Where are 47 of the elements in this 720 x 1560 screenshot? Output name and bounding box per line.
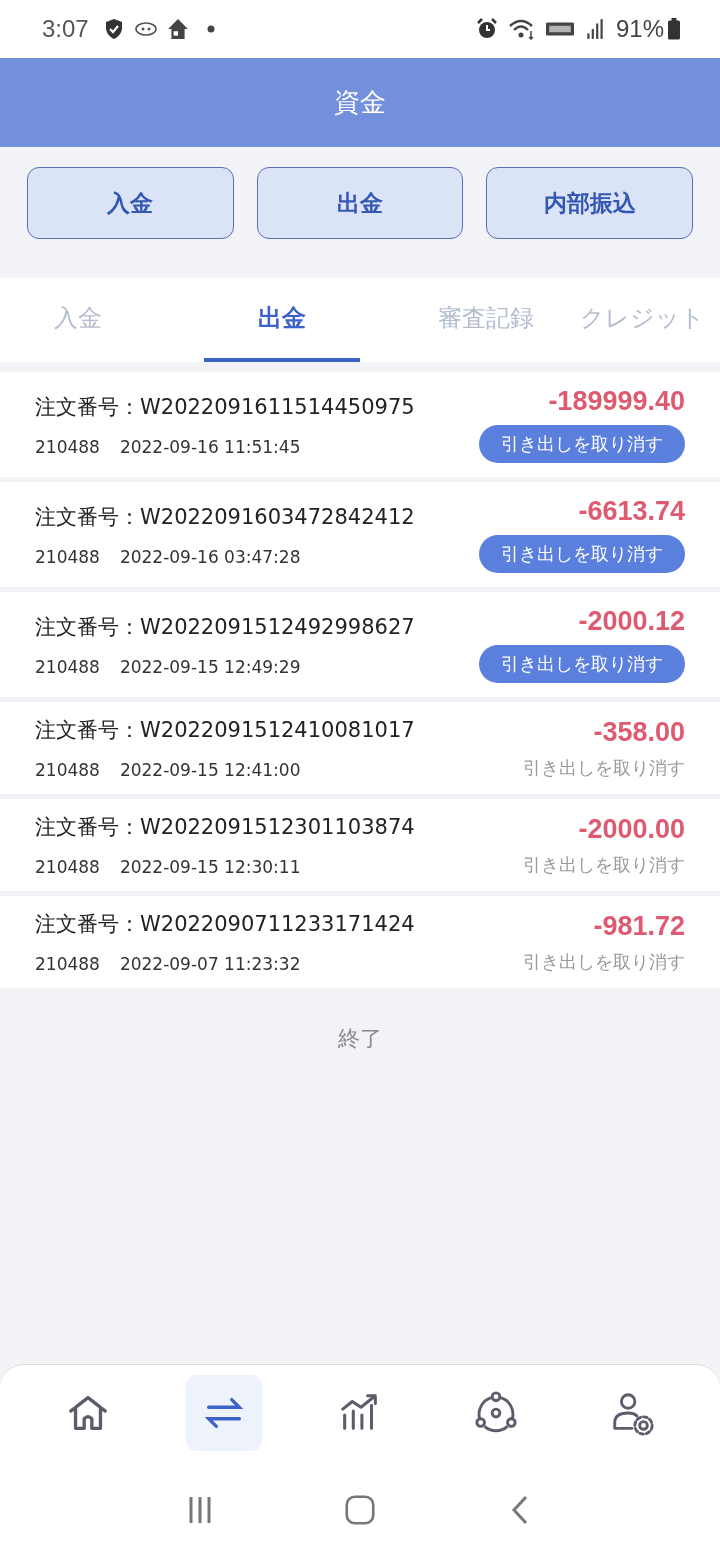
order-amount: -189999.40 [548, 386, 685, 417]
cancel-withdrawal-text: 引き出しを取り消す [523, 755, 685, 780]
page-title: 資金 [334, 86, 386, 119]
order-time: 2022-09-07 11:23:32 [119, 954, 301, 974]
order-time: 2022-09-15 12:41:00 [119, 760, 301, 780]
alarm-icon [475, 18, 498, 40]
order-number: 注文番号：W2022091512301103874 [35, 814, 415, 841]
order-amount: -358.00 [593, 716, 685, 748]
home-button-icon[interactable] [345, 1495, 375, 1525]
order-amount: -981.72 [593, 910, 685, 942]
notification-dot-icon [206, 25, 215, 33]
user-id: 210488 [35, 656, 100, 677]
action-button[interactable]: 出金 [256, 167, 464, 239]
user-id: 210488 [35, 760, 100, 780]
user-id: 210488 [35, 857, 100, 877]
order-number: 注文番号：W2022090711233171424 [35, 911, 415, 938]
cancel-withdrawal-button[interactable]: 引き出しを取り消す [479, 645, 685, 683]
tab[interactable]: 出金 [204, 278, 360, 362]
order-number: 注文番号：W2022091611514450975 [35, 393, 415, 421]
home-icon [166, 18, 189, 40]
order-amount: -2000.00 [578, 813, 685, 845]
end-of-list-text: 終了 [338, 1025, 382, 1053]
order-time: 2022-09-16 03:47:28 [119, 546, 301, 567]
status-time: 3:07 [42, 15, 89, 43]
order-time: 2022-09-16 11:51:45 [119, 436, 301, 457]
nav-button[interactable] [186, 1374, 262, 1451]
tab[interactable]: クレジット [564, 278, 720, 362]
cancel-withdrawal-text: 引き出しを取り消す [523, 949, 685, 974]
order-amount: -6613.74 [578, 496, 685, 527]
order-amount: -2000.12 [578, 606, 685, 637]
cancel-withdrawal-button[interactable]: 引き出しを取り消す [479, 535, 685, 573]
tab[interactable]: 入金 [0, 278, 156, 362]
wifi-icon [507, 18, 536, 40]
battery-percent: 91% [615, 15, 664, 43]
order-number: 注文番号：W2022091512410081017 [35, 717, 415, 744]
battery-icon [668, 18, 680, 40]
order-number: 注文番号：W2022091512492998627 [35, 613, 415, 641]
order-time: 2022-09-15 12:49:29 [119, 656, 301, 677]
cancel-withdrawal-text: 引き出しを取り消す [523, 852, 685, 877]
order-number: 注文番号：W2022091603472842412 [35, 503, 415, 531]
user-id: 210488 [35, 436, 100, 457]
user-id: 210488 [35, 954, 100, 974]
cancel-withdrawal-button[interactable]: 引き出しを取り消す [479, 425, 685, 463]
action-button[interactable]: 入金 [27, 167, 234, 239]
action-button[interactable]: 内部振込 [486, 167, 693, 239]
order-time: 2022-09-15 12:30:11 [119, 857, 301, 877]
user-id: 210488 [35, 546, 100, 567]
